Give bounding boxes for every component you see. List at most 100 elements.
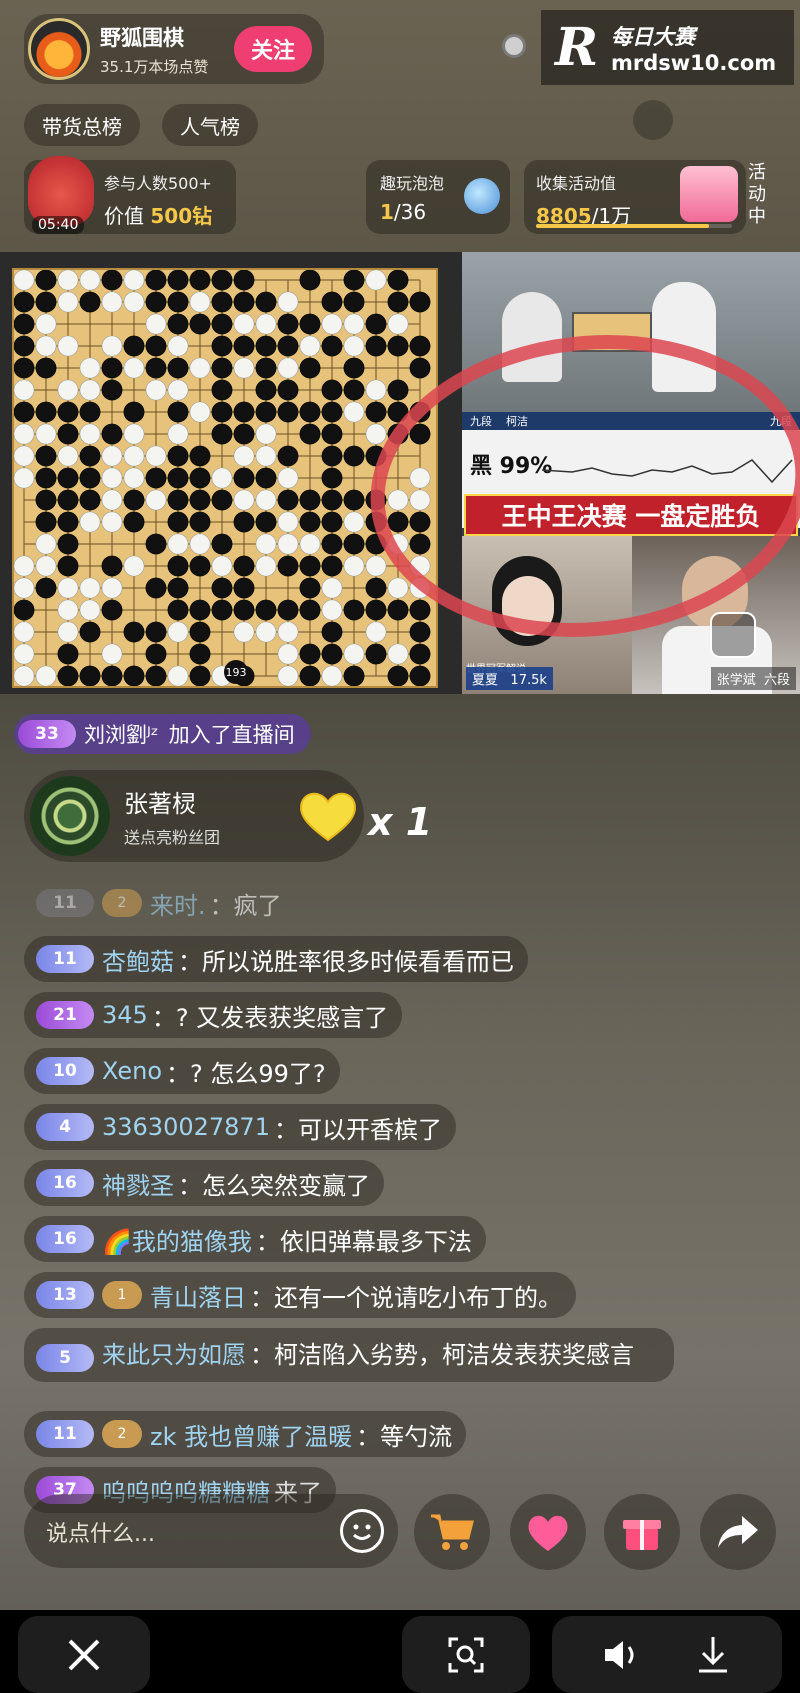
black-stone bbox=[233, 335, 255, 357]
chat-message[interactable]: 10 Xeno：? 怎么99了? bbox=[24, 1048, 340, 1094]
black-stone bbox=[57, 533, 79, 555]
rank-tab-popularity[interactable]: 人气榜 bbox=[162, 104, 258, 146]
black-stone bbox=[167, 555, 189, 577]
black-stone bbox=[189, 643, 211, 665]
chat-username[interactable]: 33630027871 bbox=[102, 1113, 270, 1141]
chat-username[interactable]: 来时. bbox=[150, 886, 206, 921]
scan-icon bbox=[448, 1637, 484, 1672]
close-icon bbox=[68, 1639, 100, 1670]
white-stone bbox=[255, 533, 277, 555]
black-stone bbox=[13, 401, 35, 423]
black-stone bbox=[233, 291, 255, 313]
chat-username[interactable]: 杏鲍菇 bbox=[102, 942, 174, 977]
chat-separator: ： bbox=[151, 1003, 176, 1032]
black-stone bbox=[57, 643, 79, 665]
media-controls bbox=[552, 1616, 782, 1693]
black-stone bbox=[321, 643, 343, 665]
chat-list[interactable]: 11 2 来时.：疯了 11 杏鲍菇：所以说胜率很多时候看看而已 21 345：? 又发表获… bbox=[24, 880, 674, 1523]
level-badge: 21 bbox=[36, 1001, 94, 1029]
black-stone bbox=[145, 357, 167, 379]
black-stone bbox=[365, 401, 387, 423]
level-badge: 16 bbox=[36, 1225, 94, 1253]
close-button[interactable] bbox=[18, 1616, 150, 1693]
white-stone bbox=[123, 555, 145, 577]
level-badge: 5 bbox=[36, 1344, 94, 1372]
white-stone bbox=[387, 577, 409, 599]
commentator-left-views: 17.5k bbox=[510, 673, 547, 688]
comment-input[interactable]: 说点什么... bbox=[24, 1494, 398, 1568]
white-stone bbox=[167, 379, 189, 401]
black-stone bbox=[233, 401, 255, 423]
chat-text: 依旧弹幕最多下法 bbox=[279, 1227, 472, 1256]
white-stone bbox=[145, 445, 167, 467]
chat-message[interactable]: 11 杏鲍菇：所以说胜率很多时候看看而已 bbox=[24, 936, 528, 982]
host-avatar[interactable] bbox=[28, 18, 90, 80]
black-stone bbox=[365, 643, 387, 665]
shop-cart-button[interactable] bbox=[414, 1494, 490, 1570]
white-stone bbox=[101, 291, 123, 313]
black-stone bbox=[387, 269, 409, 291]
activity-label[interactable]: 活动中 bbox=[748, 162, 778, 228]
emoji-icon[interactable] bbox=[340, 1509, 384, 1553]
chat-username[interactable]: 青山落日 bbox=[150, 1278, 246, 1313]
chat-username[interactable]: 来此只为如愿 bbox=[102, 1341, 246, 1369]
scan-button[interactable] bbox=[402, 1616, 530, 1693]
follow-button[interactable]: 关注 bbox=[234, 26, 312, 72]
chat-username[interactable]: zk 我也曾赚了温暖 bbox=[150, 1417, 352, 1452]
chat-separator: ： bbox=[166, 1059, 191, 1088]
white-stone bbox=[57, 291, 79, 313]
fan-badge: 2 bbox=[102, 1420, 142, 1448]
chat-message[interactable]: 16 神戮圣：怎么突然变赢了 bbox=[24, 1160, 384, 1206]
white-stone bbox=[321, 665, 343, 687]
gift-desc: 送点亮粉丝团 bbox=[124, 828, 221, 847]
rank-tab-sales[interactable]: 带货总榜 bbox=[24, 104, 140, 146]
collect-progress-fill bbox=[536, 224, 709, 228]
white-stone bbox=[365, 379, 387, 401]
black-stone bbox=[211, 599, 233, 621]
white-stone bbox=[101, 577, 123, 599]
chat-message[interactable]: 13 1 青山落日：还有一个说请吃小布丁的。 bbox=[24, 1272, 576, 1318]
black-stone bbox=[35, 269, 57, 291]
lucky-bag-card[interactable]: 05:40 参与人数500+ 价值 500钻 bbox=[24, 156, 236, 234]
chat-message[interactable]: 5 来此只为如愿 ：柯洁陷入劣势，柯洁发表获奖感言 bbox=[24, 1328, 674, 1382]
like-button[interactable] bbox=[510, 1494, 586, 1570]
black-stone bbox=[409, 621, 431, 643]
black-stone bbox=[79, 291, 101, 313]
white-stone bbox=[233, 445, 255, 467]
chat-message[interactable]: 11 2 来时.：疯了 bbox=[24, 880, 296, 926]
white-stone bbox=[277, 291, 299, 313]
collect-card[interactable]: 收集活动值 8805/1万 bbox=[524, 160, 746, 234]
share-button[interactable] bbox=[700, 1494, 776, 1570]
bubble-title: 趣玩泡泡 bbox=[380, 174, 445, 193]
white-stone bbox=[343, 401, 365, 423]
black-stone bbox=[167, 291, 189, 313]
black-stone bbox=[189, 467, 211, 489]
chat-username[interactable]: 🌈我的猫像我 bbox=[102, 1222, 252, 1257]
chat-username[interactable]: Xeno bbox=[102, 1057, 162, 1085]
white-stone bbox=[123, 291, 145, 313]
black-stone bbox=[321, 467, 343, 489]
black-stone bbox=[299, 401, 321, 423]
chat-message[interactable]: 21 345：? 又发表获奖感言了 bbox=[24, 992, 403, 1038]
black-stone bbox=[13, 313, 35, 335]
chat-message[interactable]: 16 🌈我的猫像我：依旧弹幕最多下法 bbox=[24, 1216, 486, 1262]
gift-button[interactable] bbox=[604, 1494, 680, 1570]
chat-message[interactable]: 4 33630027871：可以开香槟了 bbox=[24, 1104, 456, 1150]
volume-icon[interactable] bbox=[603, 1637, 643, 1673]
gift-user-avatar bbox=[30, 776, 110, 856]
white-stone bbox=[233, 489, 255, 511]
chat-username[interactable]: 345 bbox=[102, 1001, 148, 1029]
black-stone bbox=[57, 489, 79, 511]
black-stone bbox=[189, 445, 211, 467]
download-icon[interactable] bbox=[695, 1635, 731, 1675]
bubble-card[interactable]: 趣玩泡泡 1/36 bbox=[366, 160, 510, 234]
black-stone bbox=[277, 555, 299, 577]
white-stone bbox=[255, 445, 277, 467]
chat-username[interactable]: 神戮圣 bbox=[102, 1166, 174, 1201]
chat-message[interactable]: 11 2 zk 我也曾赚了温暖：等勺流 bbox=[24, 1411, 467, 1457]
rotate-icon[interactable] bbox=[710, 612, 756, 658]
host-info-pill[interactable]: 野狐围棋 35.1万本场点赞 关注 bbox=[24, 14, 324, 84]
white-stone bbox=[189, 291, 211, 313]
menu-icon[interactable] bbox=[633, 100, 673, 140]
white-stone bbox=[167, 335, 189, 357]
